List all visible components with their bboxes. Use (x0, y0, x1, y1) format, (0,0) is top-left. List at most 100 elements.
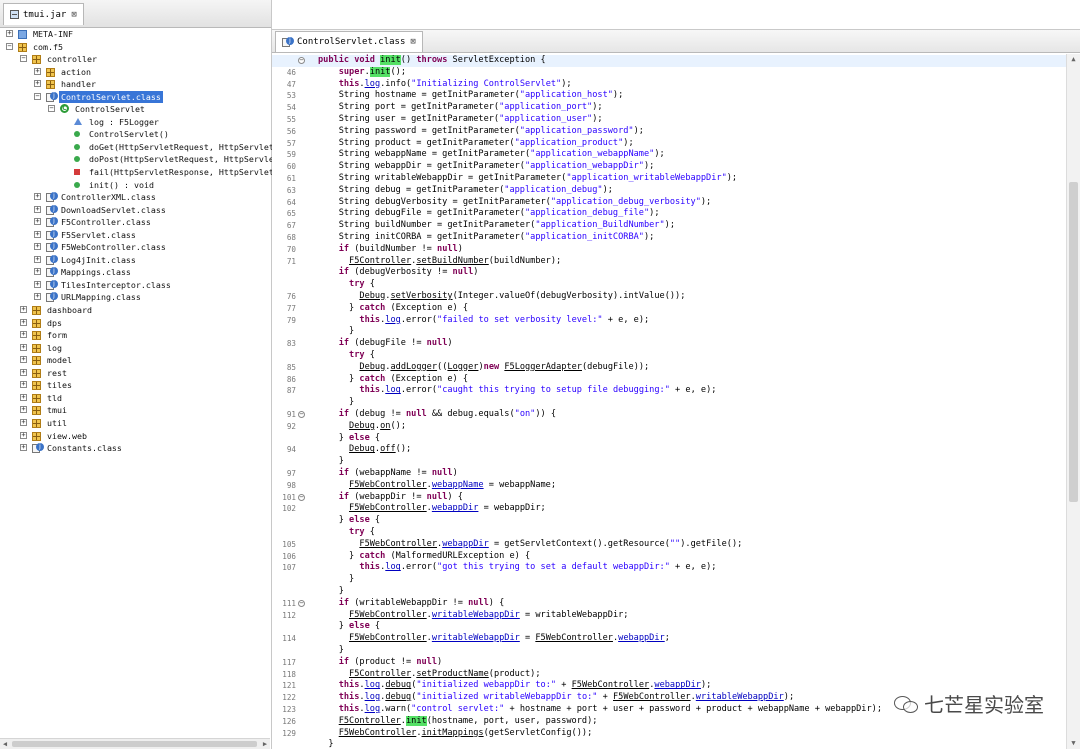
tree-item[interactable]: + j URLMapping.class (0, 291, 270, 304)
expand-icon[interactable]: + (20, 356, 27, 364)
tree-item[interactable]: fail(HttpServletResponse, HttpServlet (0, 166, 274, 179)
expand-icon[interactable]: + (20, 431, 27, 439)
tree-item[interactable]: + j Mappings.class (0, 266, 270, 279)
horizontal-scrollbar[interactable]: ◀ ▶ (0, 738, 270, 749)
scroll-left-icon[interactable]: ◀ (0, 739, 10, 749)
expand-icon[interactable]: + (20, 418, 27, 426)
code-line[interactable]: 97 if (webappName != null) (272, 468, 1066, 480)
tree-item[interactable]: + j F5Servlet.class (0, 229, 270, 242)
code-line[interactable]: 70 if (buildNumber != null) (272, 244, 1066, 256)
expand-icon[interactable]: + (34, 280, 41, 288)
code-line[interactable]: if (debugVerbosity != null) (272, 267, 1066, 279)
code-line[interactable]: } (272, 574, 1066, 586)
expand-icon[interactable]: + (20, 368, 27, 376)
scroll-up-icon[interactable]: ▲ (1067, 54, 1080, 65)
code-line[interactable]: 68 String initCORBA = getInitParameter("… (272, 232, 1066, 244)
collapse-icon[interactable]: − (6, 42, 13, 50)
code-line[interactable]: 57 String product = getInitParameter("ap… (272, 138, 1066, 150)
code-line[interactable]: 85 Debug.addLogger((Logger)new F5LoggerA… (272, 362, 1066, 374)
expand-icon[interactable]: + (34, 67, 41, 75)
code-line[interactable]: 46 super.init(); (272, 66, 1066, 79)
tree-item[interactable]: + dashboard (0, 304, 270, 317)
tree-item[interactable]: init() : void (0, 179, 270, 192)
code-line[interactable]: } else { (272, 433, 1066, 445)
code-line[interactable]: } (272, 739, 1066, 751)
tree-item[interactable]: + j F5Controller.class (0, 216, 270, 229)
tree-item[interactable]: log : F5Logger (0, 116, 270, 129)
tree-item[interactable]: + rest (0, 367, 270, 380)
expand-icon[interactable]: + (34, 268, 41, 276)
code-line[interactable]: 91− if (debug != null && debug.equals("o… (272, 409, 1066, 421)
tree-item[interactable]: + view.web (0, 430, 270, 443)
code-line[interactable]: 63 String debug = getInitParameter("appl… (272, 185, 1066, 197)
code-line[interactable]: try { (272, 350, 1066, 362)
collapse-icon[interactable]: − (20, 55, 27, 63)
tree-item[interactable]: − C ControlServlet (0, 103, 270, 116)
jar-tab[interactable]: tmui.jar ⊠ (3, 3, 84, 25)
code-line[interactable]: 111− if (writableWebappDir != null) { (272, 598, 1066, 610)
code-line[interactable]: try { (272, 527, 1066, 539)
tree-item[interactable]: + tmui (0, 404, 270, 417)
code-lines[interactable]: − public void init() throws ServletExcept… (272, 54, 1066, 749)
tree-item[interactable]: − com.f5 (0, 41, 270, 54)
expand-icon[interactable]: + (20, 343, 27, 351)
tree-item[interactable]: + j F5WebController.class (0, 241, 270, 254)
expand-icon[interactable]: + (34, 193, 41, 201)
close-icon[interactable]: ⊠ (71, 10, 76, 20)
expand-icon[interactable]: + (34, 80, 41, 88)
tree-item[interactable]: + action (0, 66, 270, 79)
tree-item[interactable]: + handler (0, 78, 270, 91)
close-icon[interactable]: ⊠ (410, 37, 415, 47)
expand-icon[interactable]: + (6, 30, 13, 37)
scroll-right-icon[interactable]: ▶ (260, 739, 270, 749)
scroll-down-icon[interactable]: ▼ (1067, 738, 1080, 749)
scroll-thumb[interactable] (12, 741, 257, 747)
code-line[interactable]: 102 F5WebController.webappDir = webappDi… (272, 503, 1066, 515)
tree-item[interactable]: + dps (0, 317, 270, 330)
code-editor[interactable]: − public void init() throws ServletExcept… (272, 54, 1080, 749)
code-line[interactable]: 86 } catch (Exception e) { (272, 374, 1066, 386)
code-line[interactable]: 105 F5WebController.webappDir = getServl… (272, 539, 1066, 551)
code-line[interactable]: } (272, 586, 1066, 598)
tree-item[interactable]: + j Constants.class (0, 442, 270, 455)
tree-item[interactable]: + util (0, 417, 270, 430)
tree-item[interactable]: − controller (0, 53, 270, 66)
code-line[interactable]: } (272, 645, 1066, 657)
code-line[interactable]: 129 F5WebController.initMappings(getServ… (272, 728, 1066, 740)
code-line[interactable]: 87 this.log.error("caught this trying to… (272, 385, 1066, 397)
fold-icon[interactable]: − (298, 599, 305, 607)
code-line[interactable]: 71 F5Controller.setBuildNumber(buildNumb… (272, 256, 1066, 268)
code-line[interactable]: 94 Debug.off(); (272, 444, 1066, 456)
code-line[interactable]: 53 String hostname = getInitParameter("a… (272, 90, 1066, 102)
tree-item[interactable]: + form (0, 329, 270, 342)
code-line[interactable]: 64 String debugVerbosity = getInitParame… (272, 197, 1066, 209)
expand-icon[interactable]: + (34, 205, 41, 213)
expand-icon[interactable]: + (34, 230, 41, 238)
code-line[interactable]: 47 this.log.info("Initializing ControlSe… (272, 79, 1066, 91)
code-line[interactable]: } (272, 456, 1066, 468)
code-line[interactable]: 55 String user = getInitParameter("appli… (272, 114, 1066, 126)
fold-icon[interactable]: − (298, 411, 305, 418)
code-line[interactable]: 114 F5WebController.writableWebappDir = … (272, 633, 1066, 645)
code-line[interactable]: } (272, 326, 1066, 338)
tree-item[interactable]: doGet(HttpServletRequest, HttpServlet (0, 141, 274, 154)
code-line[interactable]: 67 String buildNumber = getInitParameter… (272, 220, 1066, 232)
expand-icon[interactable]: + (34, 218, 41, 226)
expand-icon[interactable]: + (20, 406, 27, 414)
tree-item[interactable]: + j ControllerXML.class (0, 191, 270, 204)
fold-icon[interactable]: − (298, 57, 305, 64)
tree-item[interactable]: doPost(HttpServletRequest, HttpServle (0, 153, 274, 166)
tree-item[interactable]: + j TilesInterceptor.class (0, 279, 270, 292)
code-line[interactable]: 106 } catch (MalformedURLException e) { (272, 551, 1066, 563)
tree-item[interactable]: + j Log4jInit.class (0, 254, 270, 267)
scroll-thumb[interactable] (1069, 182, 1078, 502)
code-line[interactable]: 117 if (product != null) (272, 657, 1066, 669)
tree-item[interactable]: + META-INF (0, 28, 270, 41)
expand-icon[interactable]: + (34, 243, 41, 251)
tree-item[interactable]: + model (0, 354, 270, 367)
expand-icon[interactable]: + (20, 318, 27, 326)
code-line[interactable]: 79 this.log.error("failed to set verbosi… (272, 315, 1066, 327)
code-line[interactable]: 76 Debug.setVerbosity(Integer.valueOf(de… (272, 291, 1066, 303)
tree-item[interactable]: ControlServlet() (0, 128, 270, 141)
expand-icon[interactable]: + (20, 444, 27, 452)
